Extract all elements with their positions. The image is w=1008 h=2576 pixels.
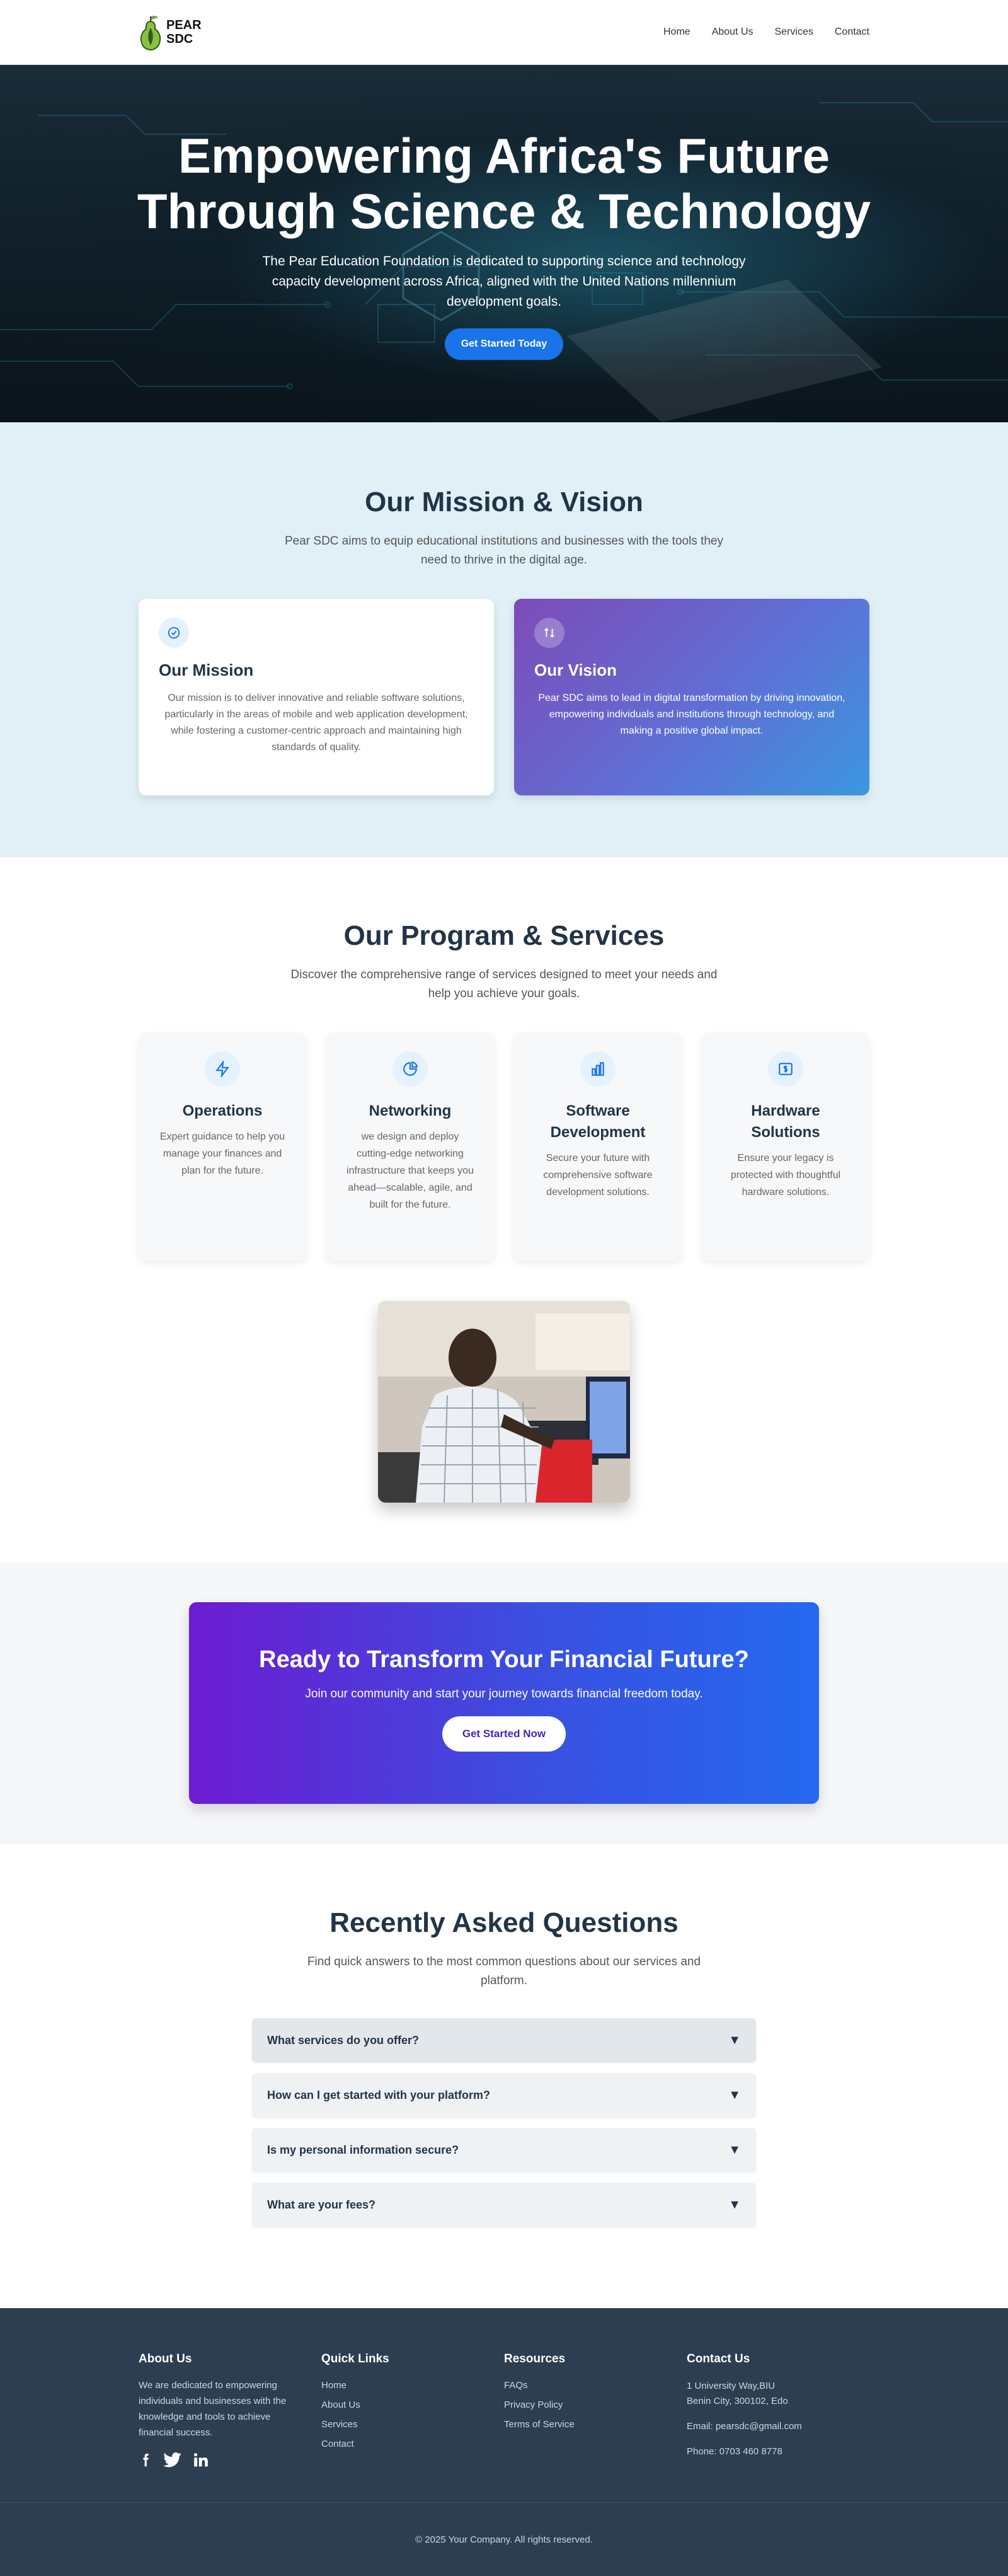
service-text: Secure your future with comprehensive so… xyxy=(543,1153,653,1198)
footer-link-terms[interactable]: Terms of Service xyxy=(504,2419,687,2430)
logo-text-line2: SDC xyxy=(166,32,193,46)
service-title: Software Development xyxy=(550,1102,646,1141)
logo-text-line1: PEAR xyxy=(166,18,202,32)
service-card-software: Software Development Secure your future … xyxy=(514,1032,682,1261)
faq-subtitle: Find quick answers to the most common qu… xyxy=(307,1955,701,1987)
footer-contact-title: Contact Us xyxy=(687,2352,750,2365)
cta-subtitle: Join our community and start your journe… xyxy=(305,1687,703,1701)
service-title: Hardware Solutions xyxy=(751,1102,820,1141)
service-card-hardware: Hardware Solutions Ensure your legacy is… xyxy=(702,1032,869,1261)
faq-title: Recently Asked Questions xyxy=(329,1907,679,1938)
chevron-down-icon: ▼ xyxy=(728,2033,741,2047)
mission-card-title: Our Mission xyxy=(159,661,254,679)
service-title: Networking xyxy=(369,1102,452,1119)
faq-question: How can I get started with your platform… xyxy=(267,2088,491,2101)
twitter-icon[interactable] xyxy=(164,2452,181,2468)
footer-link-home[interactable]: Home xyxy=(321,2380,504,2391)
mission-card: Our Mission Our mission is to deliver in… xyxy=(139,599,494,795)
faq-item[interactable]: Is my personal information secure? ▼ xyxy=(252,2128,756,2172)
faq-item[interactable]: What services do you offer? ▼ xyxy=(252,2018,756,2062)
footer-about: About Us We are dedicated to empowering … xyxy=(139,2352,321,2468)
services-section-title: Our Program & Services xyxy=(343,920,665,951)
faq-item[interactable]: What are your fees? ▼ xyxy=(252,2183,756,2227)
vision-card-title: Our Vision xyxy=(534,661,617,679)
get-started-today-button[interactable]: Get Started Today xyxy=(444,328,564,360)
service-text: Ensure your legacy is protected with tho… xyxy=(730,1153,841,1198)
get-started-now-button[interactable]: Get Started Now xyxy=(442,1716,566,1752)
footer: About Us We are dedicated to empowering … xyxy=(0,2308,1008,2576)
services-section: Our Program & Services Discover the comp… xyxy=(0,857,1008,1563)
footer-address-line2: Benin City, 300102, Edo xyxy=(687,2396,788,2406)
footer-about-title: About Us xyxy=(139,2352,192,2365)
check-circle-icon xyxy=(159,618,189,648)
mission-vision-section: Our Mission & Vision Pear SDC aims to eq… xyxy=(0,422,1008,857)
chevron-down-icon: ▼ xyxy=(728,2197,741,2212)
footer-link-faqs[interactable]: FAQs xyxy=(504,2380,687,2391)
bar-chart-icon xyxy=(580,1051,616,1087)
chevron-down-icon: ▼ xyxy=(728,2142,741,2157)
cta-section: Ready to Transform Your Financial Future… xyxy=(0,1563,1008,1844)
cta-title: Ready to Transform Your Financial Future… xyxy=(259,1646,749,1673)
faq-question: What are your fees? xyxy=(267,2198,376,2211)
nav-link-about[interactable]: About Us xyxy=(712,26,753,38)
footer-resources-title: Resources xyxy=(504,2352,566,2365)
cta-banner: Ready to Transform Your Financial Future… xyxy=(189,1602,819,1804)
lightning-icon xyxy=(205,1051,240,1087)
service-text: we design and deploy cutting-edge networ… xyxy=(346,1131,474,1210)
service-card-operations: Operations Expert guidance to help you m… xyxy=(139,1032,306,1261)
facebook-icon[interactable] xyxy=(139,2452,152,2468)
faq-question: What services do you offer? xyxy=(267,2033,420,2047)
footer-link-about[interactable]: About Us xyxy=(321,2400,504,2410)
top-nav: PEAR SDC Home About Us Services Contact xyxy=(0,0,1008,65)
footer-email: Email: pearsdc@gmail.com xyxy=(687,2421,802,2432)
faq-question: Is my personal information secure? xyxy=(267,2143,459,2156)
vision-card: Our Vision Pear SDC aims to lead in digi… xyxy=(514,599,869,795)
nav-link-contact[interactable]: Contact xyxy=(835,26,869,38)
sort-icon xyxy=(534,618,564,648)
chevron-down-icon: ▼ xyxy=(728,2088,741,2102)
nav-link-home[interactable]: Home xyxy=(663,26,690,38)
mission-card-text: Our mission is to deliver innovative and… xyxy=(164,693,468,753)
footer-phone: Phone: 0703 460 8778 xyxy=(687,2446,782,2457)
mission-section-title: Our Mission & Vision xyxy=(365,487,643,517)
social-links xyxy=(139,2452,321,2468)
hero-subtitle: The Pear Education Foundation is dedicat… xyxy=(262,254,746,309)
person-at-computer-photo xyxy=(378,1301,630,1503)
footer-contact: Contact Us 1 University Way,BIU Benin Ci… xyxy=(687,2352,869,2468)
dollar-icon xyxy=(768,1051,803,1087)
footer-about-text: We are dedicated to empowering individua… xyxy=(139,2380,287,2438)
pie-chart-icon xyxy=(392,1051,428,1087)
faq-item[interactable]: How can I get started with your platform… xyxy=(252,2073,756,2117)
footer-link-contact[interactable]: Contact xyxy=(321,2439,504,2449)
linkedin-icon[interactable] xyxy=(193,2452,209,2468)
footer-quick-links-title: Quick Links xyxy=(321,2352,389,2365)
footer-address-line1: 1 University Way,BIU xyxy=(687,2381,776,2391)
nav-link-services[interactable]: Services xyxy=(775,26,813,38)
faq-section: Recently Asked Questions Find quick answ… xyxy=(0,1844,1008,2308)
hero-title: Empowering Africa's Future Through Scien… xyxy=(137,128,871,239)
footer-link-privacy[interactable]: Privacy Policy xyxy=(504,2400,687,2410)
pear-logo-icon xyxy=(140,15,161,50)
nav-links: Home About Us Services Contact xyxy=(663,26,869,38)
service-title: Operations xyxy=(182,1102,263,1119)
hero-section: Empowering Africa's Future Through Scien… xyxy=(0,65,1008,422)
service-text: Expert guidance to help you manage your … xyxy=(159,1131,285,1176)
service-card-networking: Networking we design and deploy cutting-… xyxy=(326,1032,494,1261)
footer-copyright: © 2025 Your Company. All rights reserved… xyxy=(0,2502,1008,2576)
footer-link-services[interactable]: Services xyxy=(321,2419,504,2430)
footer-quick-links: Quick Links Home About Us Services Conta… xyxy=(321,2352,504,2468)
logo[interactable]: PEAR SDC xyxy=(139,14,202,50)
services-section-subtitle: Discover the comprehensive range of serv… xyxy=(290,968,718,1000)
footer-resources: Resources FAQs Privacy Policy Terms of S… xyxy=(504,2352,687,2468)
mission-section-subtitle: Pear SDC aims to equip educational insti… xyxy=(284,534,723,567)
vision-card-text: Pear SDC aims to lead in digital transfo… xyxy=(538,693,845,736)
